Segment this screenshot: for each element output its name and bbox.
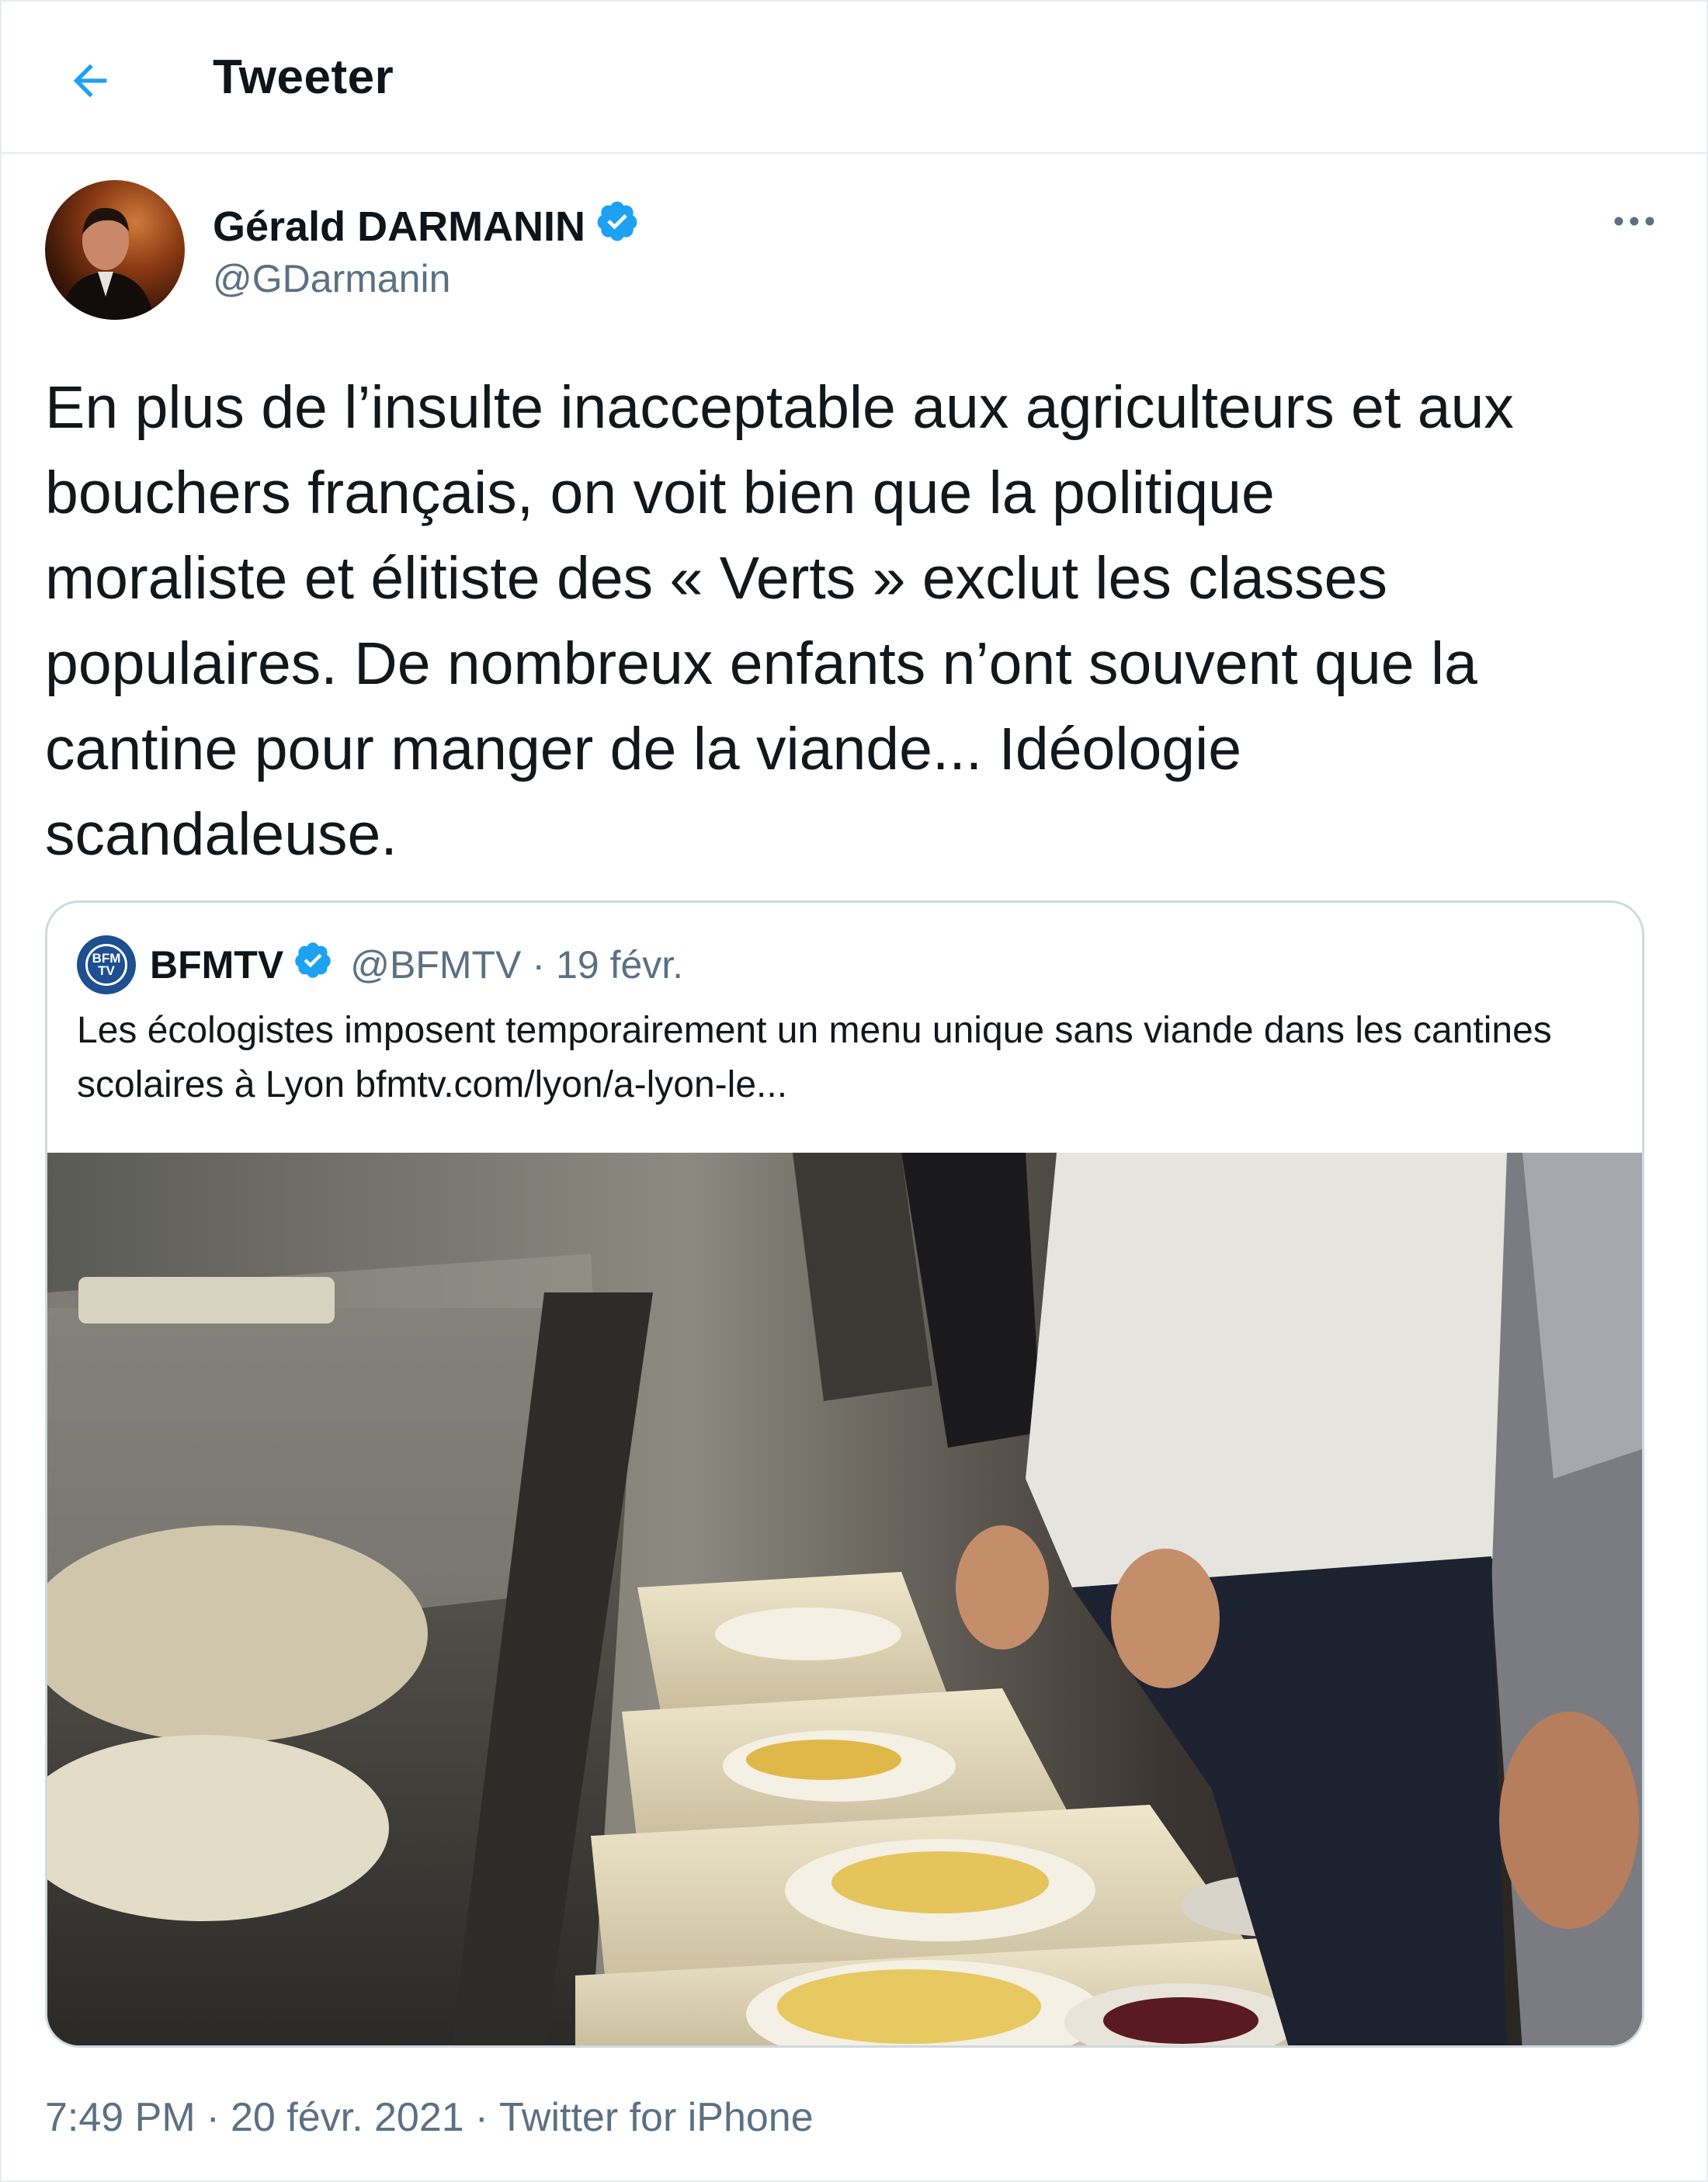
quoted-separator: · (532, 943, 546, 987)
quoted-tweet-text: Les écologistes imposent temporairement … (77, 1010, 1552, 1105)
tweet-text: En plus de l’insulte inacceptable aux ag… (45, 374, 1514, 868)
quoted-verified-badge-icon (293, 940, 333, 990)
footer-separator: · (206, 2095, 220, 2140)
author-name-text: Gérald DARMANIN (213, 203, 586, 250)
quoted-author-name: BFMTV (150, 943, 284, 987)
more-horizontal-icon (1614, 217, 1654, 226)
arrow-left-icon (73, 64, 107, 98)
author-name[interactable]: Gérald DARMANIN (213, 199, 640, 254)
tweet-source[interactable]: Twitter for iPhone (499, 2094, 814, 2141)
cafeteria-photo (47, 1153, 1642, 2045)
tweet-date[interactable]: 20 févr. 2021 (231, 2094, 464, 2141)
tweet-time[interactable]: 7:49 PM (45, 2094, 196, 2141)
tweet-footer: 7:49 PM · 20 févr. 2021 · Twitter for iP… (45, 2094, 814, 2141)
author-avatar[interactable] (45, 180, 185, 320)
avatar-photo (61, 207, 154, 320)
quoted-tweet-card[interactable]: BFM TV BFMTV @BFMTV · 19 févr. Les écolo… (45, 900, 1644, 2048)
quoted-media-image[interactable] (47, 1153, 1642, 2045)
quoted-tweet-header: BFM TV BFMTV @BFMTV · 19 févr. (77, 934, 683, 996)
footer-separator: · (474, 2095, 488, 2140)
quoted-author-handle: @BFMTV (350, 943, 522, 987)
quoted-avatar-logo: BFM TV (85, 944, 127, 986)
verified-badge-icon (595, 199, 640, 254)
author-handle[interactable]: @GDarmanin (213, 256, 450, 301)
back-button[interactable] (57, 48, 123, 113)
more-options-button[interactable] (1599, 194, 1669, 248)
page-header: Tweeter (0, 0, 1708, 154)
page-title: Tweeter (213, 50, 394, 104)
quoted-date: 19 févr. (556, 943, 684, 987)
quoted-avatar[interactable]: BFM TV (77, 935, 136, 994)
